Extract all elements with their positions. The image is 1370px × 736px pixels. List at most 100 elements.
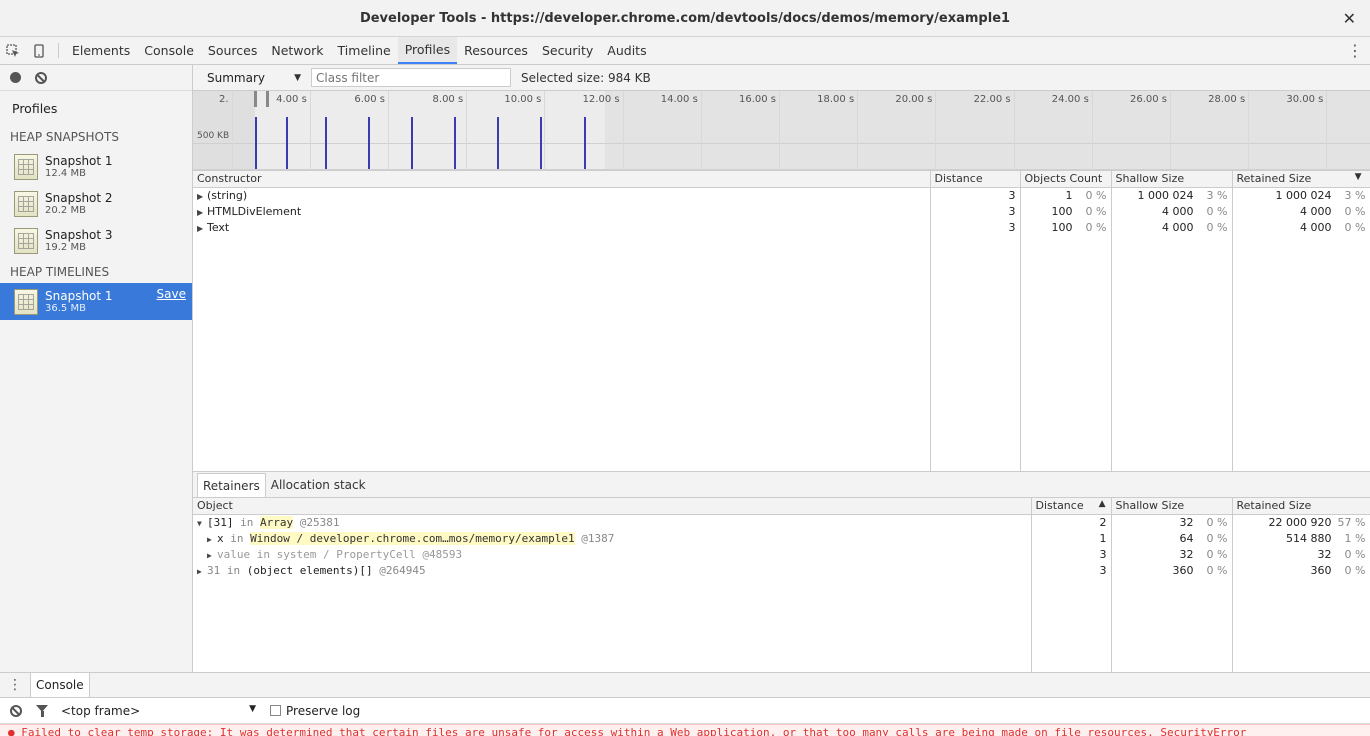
retained-value: 4 000 xyxy=(1300,220,1332,234)
preserve-log-toggle[interactable]: Preserve log xyxy=(270,704,360,718)
shallow-value: 360 xyxy=(1172,563,1194,577)
frame-select-value: <top frame> xyxy=(61,703,141,718)
device-mode-icon[interactable] xyxy=(26,37,52,64)
retainer-prefix: x xyxy=(217,531,224,545)
expand-triangle-icon[interactable]: ▶ xyxy=(197,567,204,576)
retainer-in: in xyxy=(240,515,254,529)
col-shallow-size[interactable]: Shallow Size xyxy=(1111,498,1233,515)
collapse-triangle-icon[interactable]: ▼ xyxy=(197,519,204,528)
timeline-tick-label: 16.00 s xyxy=(738,94,776,105)
clear-icon[interactable] xyxy=(35,71,47,84)
tab-security[interactable]: Security xyxy=(535,37,600,64)
shallow-pct: 0 % xyxy=(1206,220,1228,234)
retainers-table: Object Distance ▲ Shallow Size Retained … xyxy=(193,498,1370,672)
drawer-menu-icon[interactable]: ⋮ xyxy=(0,673,30,697)
more-options-icon[interactable]: ⋮ xyxy=(1340,37,1370,64)
timeline-tick-label: 26.00 s xyxy=(1129,94,1167,105)
shallow-cell: 32 0 % xyxy=(1111,546,1233,562)
timeline-snapshot-item-1[interactable]: Snapshot 1 36.5 MB Save xyxy=(0,283,192,320)
shallow-value: 4 000 xyxy=(1162,220,1194,234)
shallow-pct: 3 % xyxy=(1206,188,1228,202)
selected-size-label: Selected size: 984 KB xyxy=(521,70,651,85)
snapshot-item-2[interactable]: Snapshot 2 20.2 MB xyxy=(0,185,192,222)
table-row[interactable]: ▶ 31 in (object elements)[] @264945 3 360… xyxy=(193,562,1370,578)
tab-audits[interactable]: Audits xyxy=(600,37,653,64)
tab-elements[interactable]: Elements xyxy=(65,37,137,64)
window-titlebar: Developer Tools - https://developer.chro… xyxy=(0,0,1370,37)
timeline-window-handle-right[interactable] xyxy=(266,91,269,107)
retained-value: 514 880 xyxy=(1286,531,1332,545)
frame-select[interactable]: <top frame> ▼ xyxy=(61,704,256,718)
retained-cell: 1 000 024 3 % xyxy=(1232,187,1370,203)
retainer-target: Array xyxy=(260,515,294,529)
retained-value: 32 xyxy=(1317,547,1332,561)
retained-pct: 0 % xyxy=(1344,563,1366,577)
record-icon[interactable] xyxy=(10,72,21,83)
timeline-gridline xyxy=(1170,91,1171,170)
col-retained-size-label: Retained Size xyxy=(1236,172,1312,186)
timeline-tick-label: 12.00 s xyxy=(582,94,620,105)
expand-triangle-icon[interactable]: ▶ xyxy=(207,551,214,560)
allocation-timeline[interactable]: 500 KB 2. 4.00 s 6.00 s 8.00 s 10.00 s 12.00 … xyxy=(193,91,1370,171)
save-link[interactable]: Save xyxy=(157,287,186,301)
retained-pct: 1 % xyxy=(1344,531,1366,545)
table-row[interactable]: ▶ Text 3 100 0 % 4 000 0 % 4 000 0 % xyxy=(193,219,1370,235)
shallow-cell: 360 0 % xyxy=(1111,562,1233,578)
chevron-down-icon: ▼ xyxy=(294,72,301,83)
tab-profiles[interactable]: Profiles xyxy=(397,37,458,64)
shallow-pct: 0 % xyxy=(1206,204,1228,218)
preserve-log-checkbox[interactable] xyxy=(270,705,281,716)
table-row[interactable]: ▶ x in Window / developer.chrome.com…mos/… xyxy=(193,530,1370,546)
retainer-id: @25381 xyxy=(299,515,340,529)
drawer-tab-console[interactable]: Console xyxy=(30,673,90,697)
allocation-bar xyxy=(255,116,258,169)
shallow-cell: 4 000 0 % xyxy=(1111,203,1233,219)
timeline-tick-label: 30.00 s xyxy=(1286,94,1324,105)
tab-network[interactable]: Network xyxy=(264,37,330,64)
col-distance[interactable]: Distance ▲ xyxy=(1031,498,1112,515)
col-distance[interactable]: Distance xyxy=(930,171,1021,188)
tab-console[interactable]: Console xyxy=(137,37,201,64)
tab-retainers[interactable]: Retainers xyxy=(197,473,266,497)
snapshot-item-3[interactable]: Snapshot 3 19.2 MB xyxy=(0,222,192,259)
col-object[interactable]: Object xyxy=(193,498,1032,515)
clear-console-icon[interactable] xyxy=(10,704,22,717)
profile-toolbar: Summary ▼ Selected size: 984 KB xyxy=(193,65,1370,91)
expand-triangle-icon[interactable]: ▶ xyxy=(197,192,204,201)
snapshot-name: Snapshot 3 xyxy=(45,227,113,242)
retainer-target: Window / developer.chrome.com…mos/memory… xyxy=(250,531,575,545)
filter-icon[interactable] xyxy=(36,704,49,717)
expand-triangle-icon[interactable]: ▶ xyxy=(207,535,214,544)
retainer-prefix: value xyxy=(217,547,251,561)
timeline-gridline xyxy=(935,91,937,170)
view-select[interactable]: Summary ▼ xyxy=(207,71,301,85)
table-row[interactable]: ▶ value in system / PropertyCell @48593 3… xyxy=(193,546,1370,562)
col-objects-count[interactable]: Objects Count xyxy=(1020,171,1112,188)
class-filter-input[interactable] xyxy=(311,68,511,87)
col-retained-size[interactable]: Retained Size ▼ xyxy=(1232,171,1370,188)
allocation-bar xyxy=(411,116,414,169)
close-icon[interactable]: ✕ xyxy=(1343,9,1356,28)
expand-triangle-icon[interactable]: ▶ xyxy=(197,208,204,217)
table-row[interactable]: ▼ [31] in Array @25381 2 32 0 % 22 000 920… xyxy=(193,514,1370,530)
tab-allocation-stack[interactable]: Allocation stack xyxy=(266,473,371,497)
retained-cell: 22 000 920 57 % xyxy=(1232,514,1370,530)
table-row[interactable]: ▶ HTMLDivElement 3 100 0 % 4 000 0 % 4 000 0… xyxy=(193,203,1370,219)
expand-triangle-icon[interactable]: ▶ xyxy=(197,224,204,233)
inspect-element-icon[interactable] xyxy=(0,37,26,64)
tab-sources[interactable]: Sources xyxy=(201,37,264,64)
constructor-name: HTMLDivElement xyxy=(207,204,302,218)
col-retained-size[interactable]: Retained Size xyxy=(1232,498,1370,515)
snapshot-size: 19.2 MB xyxy=(45,241,86,253)
timeline-window-handle-left[interactable] xyxy=(254,91,257,107)
table-row[interactable]: ▶ (string) 3 1 0 % 1 000 024 3 % 1 000 024 3… xyxy=(193,187,1370,203)
tab-timeline[interactable]: Timeline xyxy=(331,37,398,64)
shallow-cell: 64 0 % xyxy=(1111,530,1233,546)
col-constructor[interactable]: Constructor xyxy=(193,171,931,188)
profiles-label[interactable]: Profiles xyxy=(0,91,192,122)
snapshot-item-1[interactable]: Snapshot 1 12.4 MB xyxy=(0,148,192,185)
tab-resources[interactable]: Resources xyxy=(457,37,535,64)
retained-value: 360 xyxy=(1310,563,1332,577)
col-shallow-size[interactable]: Shallow Size xyxy=(1111,171,1233,188)
console-error-message: ● Failed to clear temp storage: It was d… xyxy=(0,724,1370,736)
